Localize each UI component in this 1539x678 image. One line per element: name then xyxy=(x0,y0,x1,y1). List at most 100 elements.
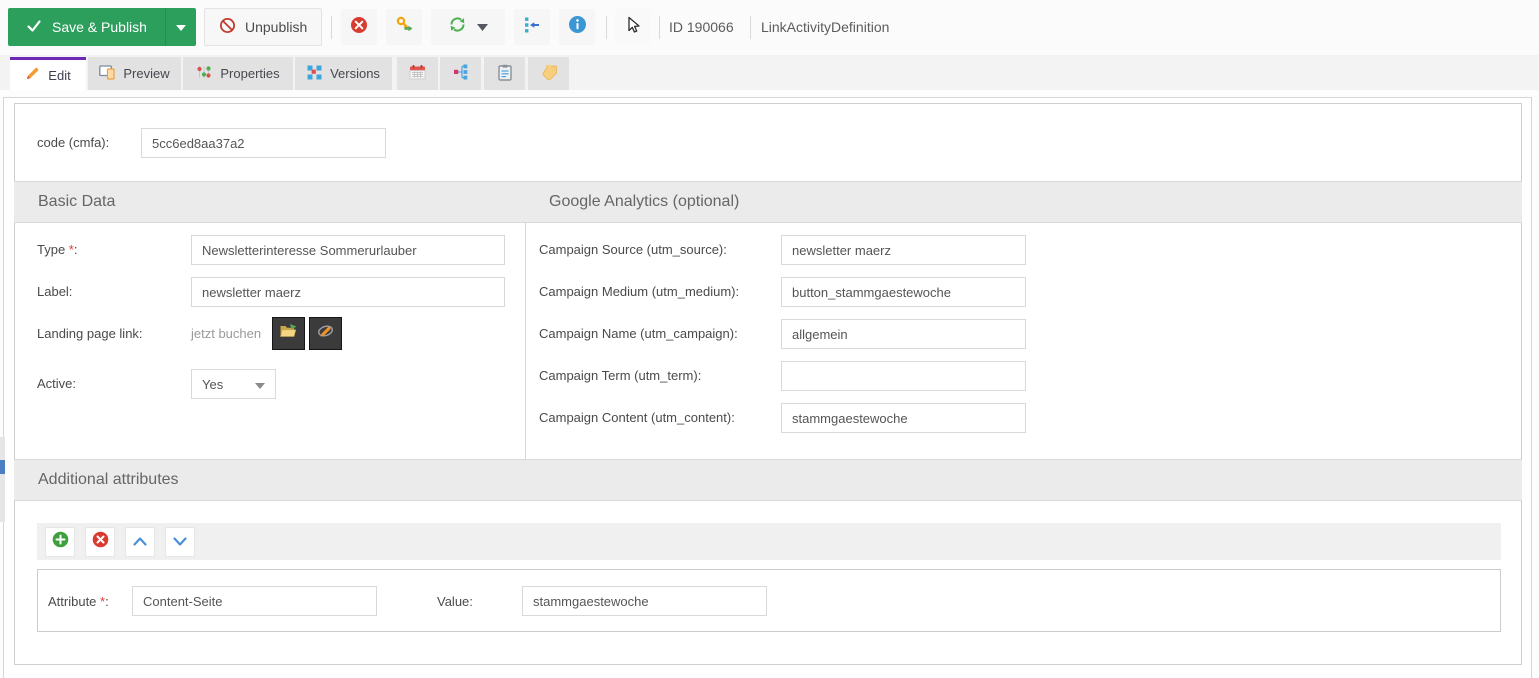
type-field-label: Type *: xyxy=(37,242,77,257)
save-publish-button[interactable]: Save & Publish xyxy=(8,8,165,46)
tab-properties[interactable]: Properties xyxy=(183,57,293,90)
attribute-input[interactable] xyxy=(132,586,377,616)
rename-key-button[interactable] xyxy=(386,9,422,45)
move-down-button[interactable] xyxy=(165,527,195,557)
check-icon xyxy=(26,18,42,37)
tab-scheduler[interactable] xyxy=(397,57,438,90)
pimcore-object-editor: Save & Publish Unpublish xyxy=(0,0,1539,678)
utm-medium-input[interactable] xyxy=(781,277,1026,307)
top-toolbar: Save & Publish Unpublish xyxy=(0,0,1539,55)
value-field-label: Value: xyxy=(437,594,473,609)
column-divider xyxy=(525,223,526,459)
active-select[interactable]: Yes xyxy=(191,369,276,399)
reload-split-button[interactable] xyxy=(431,9,505,45)
unpublish-label: Unpublish xyxy=(245,19,307,35)
delete-button[interactable] xyxy=(341,9,377,45)
basic-data-header: Basic Data xyxy=(14,181,525,223)
tags-icon xyxy=(540,65,558,83)
device-preview-icon xyxy=(99,65,115,83)
tree-locate-icon xyxy=(523,16,541,39)
google-analytics-header: Google Analytics (optional) xyxy=(525,181,1522,223)
save-publish-label: Save & Publish xyxy=(52,19,147,35)
chevron-up-icon xyxy=(133,533,147,551)
pencil-icon xyxy=(25,66,40,84)
tab-notes[interactable] xyxy=(484,57,525,90)
open-document-button[interactable] xyxy=(272,317,305,350)
utm-source-input[interactable] xyxy=(781,235,1026,265)
unpublish-button[interactable]: Unpublish xyxy=(204,8,322,46)
toolbar-separator xyxy=(331,16,332,39)
splitter-grip xyxy=(0,460,5,474)
value-input[interactable] xyxy=(522,586,767,616)
label-field-label: Label: xyxy=(37,284,72,299)
object-form-panel: code (cmfa): Basic Data Google Analytics… xyxy=(14,103,1522,665)
object-id-label: ID 190066 xyxy=(669,0,734,55)
cursor-arrow-icon xyxy=(624,16,642,39)
panel-splitter-handle[interactable] xyxy=(0,437,5,522)
remove-attribute-button[interactable] xyxy=(85,527,115,557)
info-circle-icon xyxy=(568,15,587,39)
x-circle-icon xyxy=(92,531,109,553)
key-icon xyxy=(395,15,414,39)
utm-source-label: Campaign Source (utm_source): xyxy=(539,242,727,257)
tab-properties-label: Properties xyxy=(220,66,279,81)
delete-circle-icon xyxy=(350,16,368,39)
pointer-mode-button[interactable] xyxy=(615,9,651,45)
save-publish-split-button[interactable]: Save & Publish xyxy=(8,8,196,46)
object-class-label: LinkActivityDefinition xyxy=(761,0,889,55)
utm-campaign-label: Campaign Name (utm_campaign): xyxy=(539,326,738,341)
toolbar-separator xyxy=(606,16,607,39)
folder-open-icon xyxy=(279,323,298,344)
no-entry-icon xyxy=(219,17,236,37)
org-chart-icon xyxy=(453,64,469,83)
plus-circle-icon xyxy=(52,531,69,553)
tab-versions[interactable]: Versions xyxy=(295,57,392,90)
toolbar-separator xyxy=(659,16,660,39)
label-input[interactable] xyxy=(191,277,505,307)
google-analytics-title: Google Analytics (optional) xyxy=(525,182,1522,222)
additional-attributes-header: Additional attributes xyxy=(14,459,1522,501)
tab-tags[interactable] xyxy=(528,57,569,90)
utm-medium-label: Campaign Medium (utm_medium): xyxy=(539,284,739,299)
utm-content-input[interactable] xyxy=(781,403,1026,433)
chevron-down-icon xyxy=(173,533,187,551)
attributes-toolbar xyxy=(37,523,1501,560)
landing-page-link-label: Landing page link: xyxy=(37,326,143,341)
landing-page-link-value: jetzt buchen xyxy=(191,326,261,341)
tab-versions-label: Versions xyxy=(330,66,380,81)
utm-campaign-input[interactable] xyxy=(781,319,1026,349)
editor-tabbar: Edit Preview Properties xyxy=(0,55,1539,90)
save-options-dropdown[interactable] xyxy=(165,8,196,46)
utm-content-label: Campaign Content (utm_content): xyxy=(539,410,735,425)
chevron-down-icon xyxy=(176,18,186,36)
clipboard-icon xyxy=(498,64,512,84)
properties-dots-icon xyxy=(196,64,212,83)
info-button[interactable] xyxy=(559,9,595,45)
chevron-down-icon xyxy=(477,18,488,36)
attribute-row: Attribute *: Value: xyxy=(37,569,1501,632)
active-select-value: Yes xyxy=(202,377,223,392)
tab-edit[interactable]: Edit xyxy=(10,57,86,90)
tab-edit-label: Edit xyxy=(48,68,70,83)
tab-preview[interactable]: Preview xyxy=(88,57,181,90)
additional-attributes-title: Additional attributes xyxy=(14,460,1522,500)
toolbar-separator xyxy=(750,16,751,39)
add-attribute-button[interactable] xyxy=(45,527,75,557)
tab-preview-label: Preview xyxy=(123,66,169,81)
utm-term-label: Campaign Term (utm_term): xyxy=(539,368,701,383)
calendar-icon xyxy=(409,64,426,83)
move-up-button[interactable] xyxy=(125,527,155,557)
chevron-down-icon xyxy=(255,377,265,392)
utm-term-input[interactable] xyxy=(781,361,1026,391)
active-field-label: Active: xyxy=(37,376,76,391)
basic-data-title: Basic Data xyxy=(14,182,525,222)
refresh-icon xyxy=(448,15,467,39)
attribute-field-label: Attribute *: xyxy=(48,594,109,609)
type-input[interactable] xyxy=(191,235,505,265)
code-input[interactable] xyxy=(141,128,386,158)
locate-in-tree-button[interactable] xyxy=(514,9,550,45)
versions-squares-icon xyxy=(307,65,322,83)
edit-link-button[interactable] xyxy=(309,317,342,350)
code-field-label: code (cmfa): xyxy=(37,135,109,150)
tab-dependencies[interactable] xyxy=(440,57,481,90)
